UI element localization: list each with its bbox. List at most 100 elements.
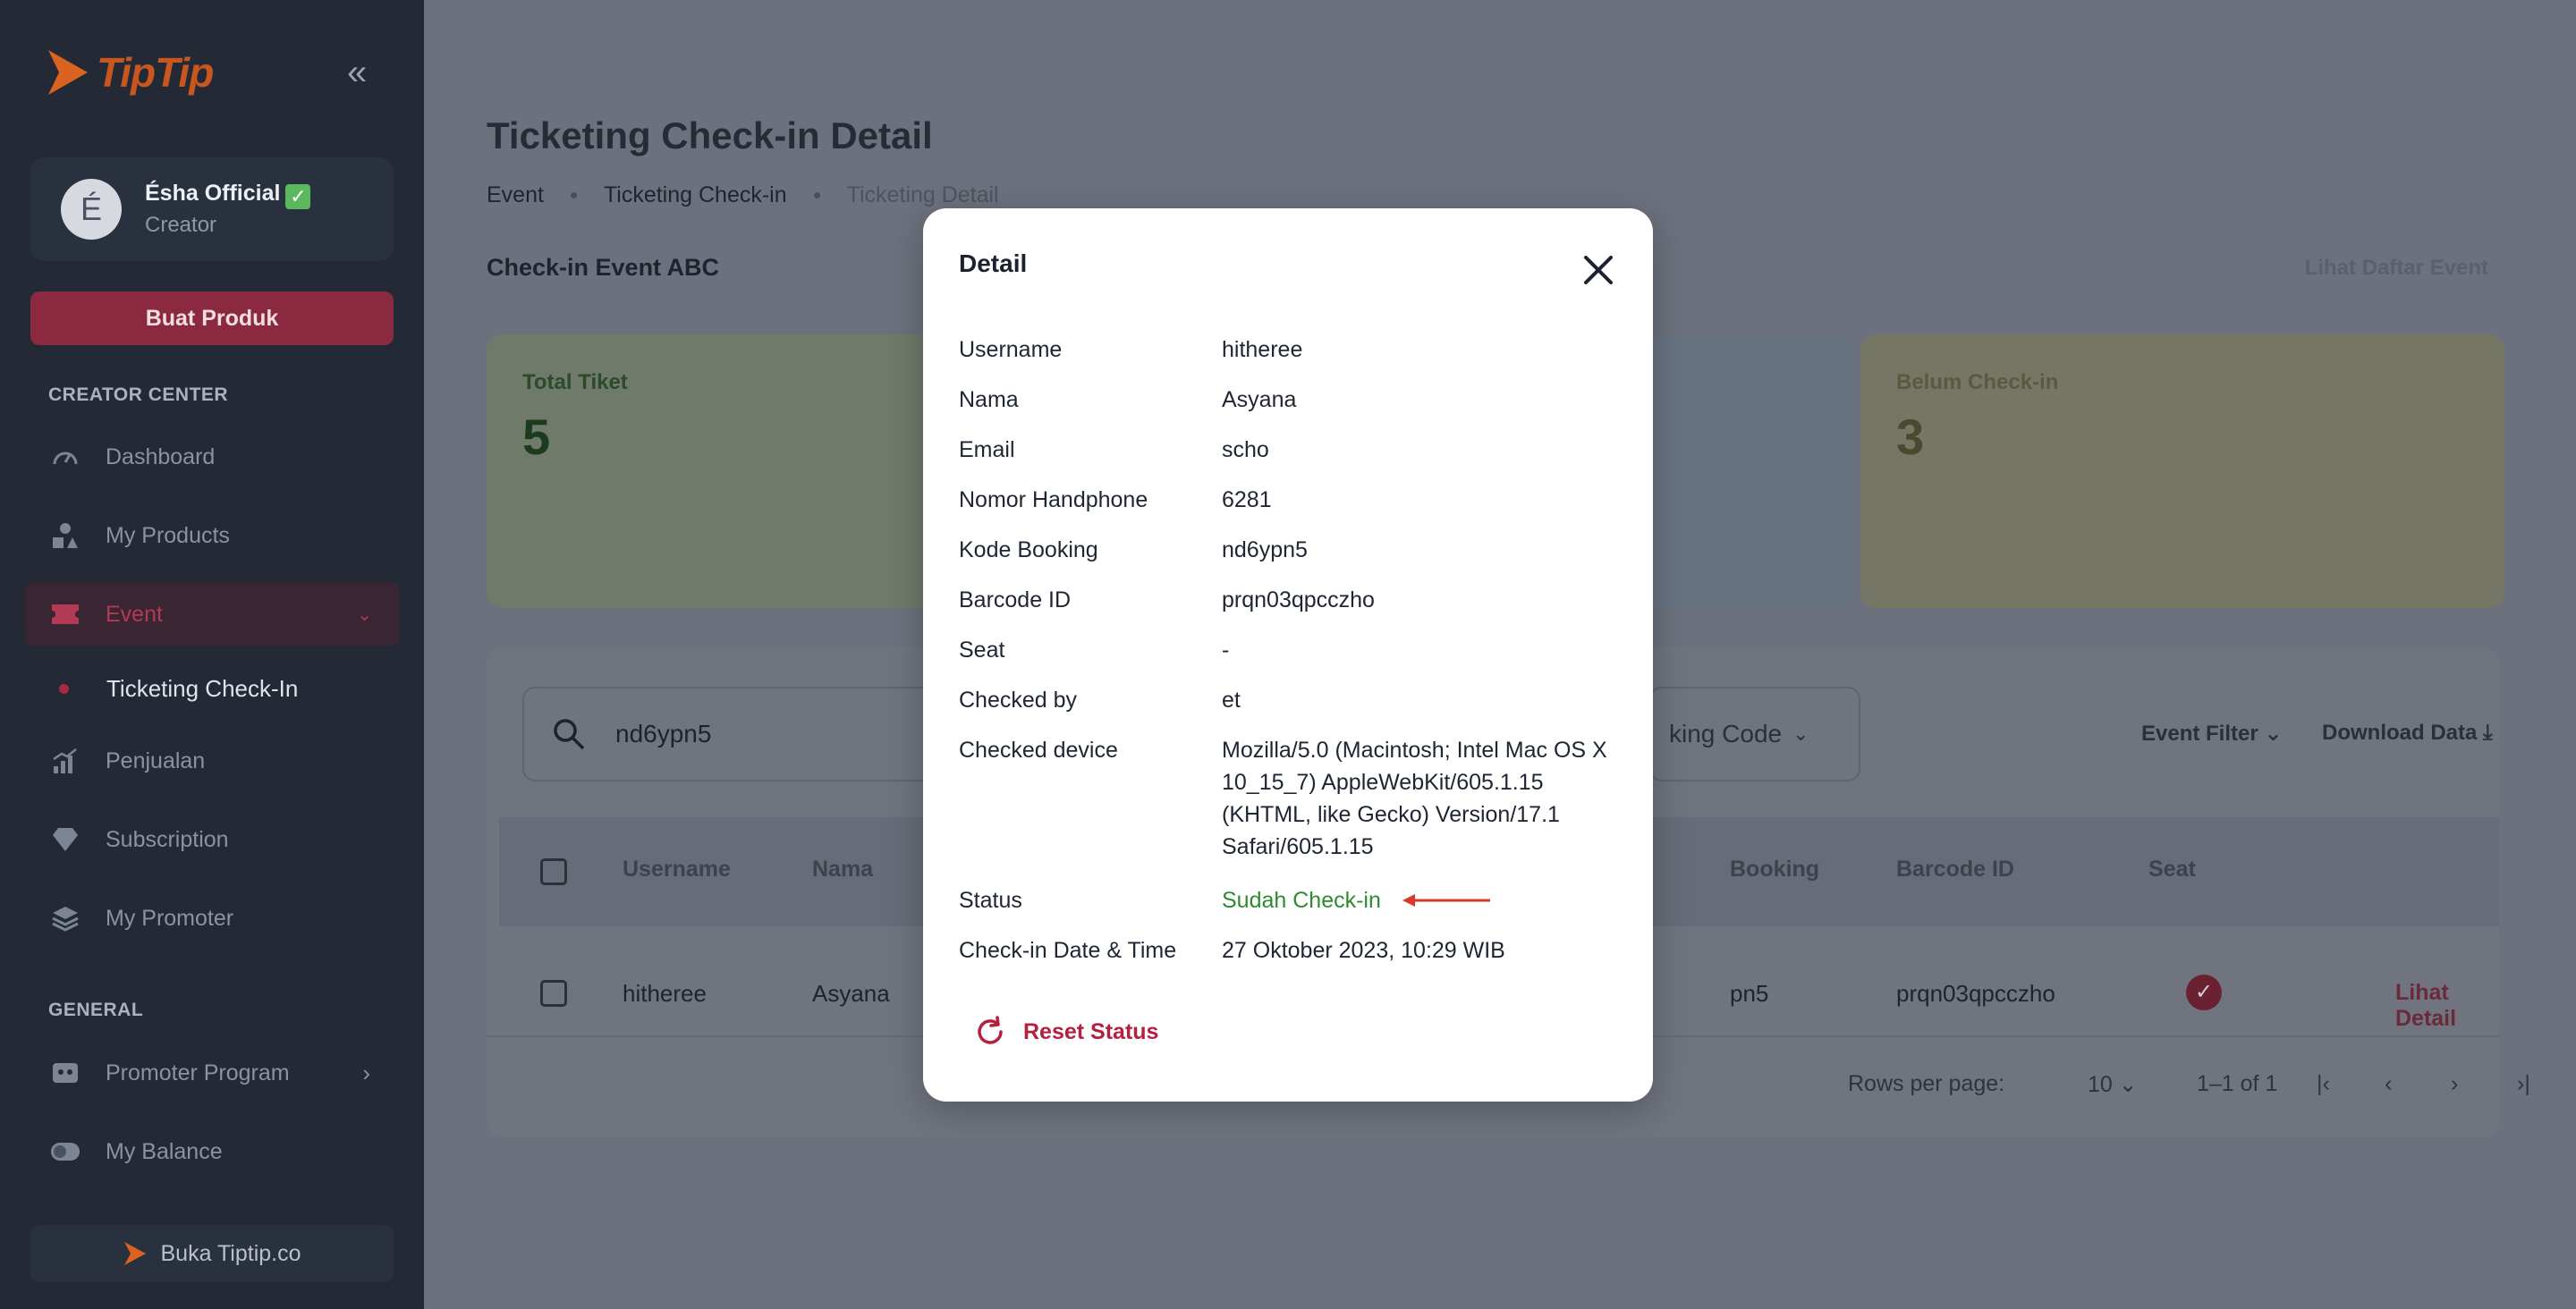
stat-card-checked-in xyxy=(1640,334,1855,608)
detail-modal: Detail Username hitheree Nama Asyana Ema… xyxy=(923,208,1653,1102)
sidebar-item-label: Event xyxy=(106,601,163,627)
breadcrumb-ticketing-detail: Ticketing Detail xyxy=(846,182,999,207)
detail-value: nd6ypn5 xyxy=(1222,537,1308,562)
shapes-icon xyxy=(50,520,80,551)
brand-logo[interactable]: TipTip xyxy=(45,46,214,98)
column-header-nama: Nama xyxy=(812,857,874,882)
detail-value: scho xyxy=(1222,437,1269,462)
collapse-sidebar-icon[interactable]: « xyxy=(347,55,379,91)
layers-icon xyxy=(50,903,80,933)
arrow-left-icon xyxy=(1402,894,1490,907)
search-icon xyxy=(554,719,585,750)
detail-value: Mozilla/5.0 (Macintosh; Intel Mac OS X 1… xyxy=(1222,738,1607,859)
checked-in-icon: ✓ xyxy=(2186,975,2222,1010)
detail-label: Checked by xyxy=(959,688,1078,713)
chevron-right-icon: › xyxy=(362,1059,370,1086)
sidebar-item-my-balance[interactable]: My Balance xyxy=(25,1120,399,1183)
sidebar-item-promoter-program[interactable]: Promoter Program › xyxy=(25,1042,399,1104)
creator-center-label: CREATOR CENTER xyxy=(48,384,229,405)
select-all-checkbox[interactable] xyxy=(540,858,567,885)
search-by-select[interactable]: king Code ⌄ xyxy=(1649,687,1860,781)
column-header-barcode: Barcode ID xyxy=(1896,857,2014,882)
stat-value: 3 xyxy=(1896,409,1925,465)
modal-title: Detail xyxy=(959,249,1028,277)
profile-card[interactable]: É Ésha Official ✓ Creator xyxy=(30,157,394,261)
previous-page-icon[interactable]: ‹ xyxy=(2385,1071,2392,1097)
column-header-booking: Booking xyxy=(1730,857,1819,882)
breadcrumb-separator xyxy=(570,192,577,198)
detail-row-barcode: Barcode ID prqn03qpcczho xyxy=(959,584,1621,616)
detail-value: prqn03qpcczho xyxy=(1222,587,1375,612)
open-tiptip-link[interactable]: Buka Tiptip.co xyxy=(30,1225,394,1282)
profile-name: Ésha Official xyxy=(145,181,281,206)
cell-username: hitheree xyxy=(623,980,707,1007)
detail-row-email: Email scho xyxy=(959,434,1621,466)
rows-per-page-select[interactable]: 10 ⌄ xyxy=(2088,1071,2138,1098)
sidebar-item-my-promoter[interactable]: My Promoter xyxy=(25,887,399,950)
detail-value: hitheree xyxy=(1222,337,1303,362)
event-name: Check-in Event ABC xyxy=(487,254,720,281)
sidebar-item-label: Subscription xyxy=(106,826,229,852)
detail-row-username: Username hitheree xyxy=(959,334,1621,366)
sidebar-item-label: My Promoter xyxy=(106,905,234,931)
reset-status-button[interactable]: Reset Status xyxy=(973,1015,1158,1049)
row-checkbox[interactable] xyxy=(540,980,567,1007)
column-header-username: Username xyxy=(623,857,731,882)
column-header-seat: Seat xyxy=(2148,857,2196,882)
last-page-icon[interactable]: ›| xyxy=(2517,1071,2530,1097)
chevron-down-icon: ⌄ xyxy=(357,604,372,625)
detail-row-seat: Seat - xyxy=(959,634,1621,666)
detail-row-nama: Nama Asyana xyxy=(959,384,1621,416)
detail-row-booking-code: Kode Booking nd6ypn5 xyxy=(959,534,1621,566)
detail-value: et xyxy=(1222,688,1241,713)
sidebar-item-label: Promoter Program xyxy=(106,1060,290,1085)
tiptip-logo-icon xyxy=(48,50,88,95)
search-value: nd6ypn5 xyxy=(615,720,712,747)
detail-label: Check-in Date & Time xyxy=(959,938,1177,963)
cell-booking: pn5 xyxy=(1730,980,1769,1007)
sidebar-item-ticketing-check-in[interactable]: Ticketing Check-In xyxy=(0,662,424,715)
download-data-button[interactable]: Download Data ⤓ xyxy=(2322,721,2493,746)
breadcrumb-event[interactable]: Event xyxy=(487,182,544,208)
toggle-icon xyxy=(50,1136,80,1167)
next-page-icon[interactable]: › xyxy=(2451,1071,2458,1097)
breadcrumb-ticketing-check-in[interactable]: Ticketing Check-in xyxy=(604,182,787,208)
sidebar-item-event[interactable]: Event ⌄ xyxy=(25,583,399,646)
detail-label: Barcode ID xyxy=(959,587,1072,612)
dot-icon xyxy=(59,683,69,694)
detail-label: Nama xyxy=(959,387,1019,412)
detail-value: 27 Oktober 2023, 10:29 WIB xyxy=(1222,938,1505,963)
detail-label: Seat xyxy=(959,638,1005,663)
sidebar-item-label: Dashboard xyxy=(106,443,216,469)
tiptip-logo-icon xyxy=(124,1242,147,1265)
cell-barcode: prqn03qpcczho xyxy=(1896,980,2055,1007)
page-title: Ticketing Check-in Detail xyxy=(487,114,933,156)
sidebar-item-penjualan[interactable]: Penjualan xyxy=(25,730,399,792)
pagination-range: 1–1 of 1 xyxy=(2197,1071,2278,1096)
detail-row-status: Status Sudah Check-in xyxy=(959,884,1621,916)
stat-card-not-checked-in: Belum Check-in 3 xyxy=(1860,334,2504,608)
first-page-icon[interactable]: |‹ xyxy=(2317,1071,2330,1097)
event-filter-button[interactable]: Event Filter ⌄ xyxy=(2141,721,2282,747)
sidebar-item-label: Penjualan xyxy=(106,747,206,773)
breadcrumb-separator xyxy=(813,192,820,198)
sidebar-item-label: My Products xyxy=(106,522,230,548)
detail-value: 6281 xyxy=(1222,487,1272,512)
create-product-button[interactable]: Buat Produk xyxy=(30,291,394,345)
view-detail-link[interactable]: Lihat Detail xyxy=(2395,980,2499,1032)
view-event-list-link[interactable]: Lihat Daftar Event xyxy=(2305,256,2488,281)
rows-per-page-label: Rows per page: xyxy=(1848,1071,2005,1096)
reset-status-label: Reset Status xyxy=(1023,1018,1159,1044)
stat-label: Belum Check-in xyxy=(1896,370,2059,394)
sidebar-item-my-products[interactable]: My Products xyxy=(25,504,399,567)
robot-icon xyxy=(50,1058,80,1088)
verified-check-icon: ✓ xyxy=(285,184,311,209)
sidebar: TipTip « É Ésha Official ✓ Creator Buat P… xyxy=(0,0,424,1309)
sidebar-item-dashboard[interactable]: Dashboard xyxy=(25,426,399,488)
sidebar-item-subscription[interactable]: Subscription xyxy=(25,808,399,871)
detail-row-phone: Nomor Handphone 6281 xyxy=(959,484,1621,516)
breadcrumb: Event Ticketing Check-in Ticketing Detai… xyxy=(487,182,999,208)
detail-label: Email xyxy=(959,437,1015,462)
close-icon[interactable] xyxy=(1578,249,1619,291)
open-tiptip-label: Buka Tiptip.co xyxy=(160,1240,301,1266)
